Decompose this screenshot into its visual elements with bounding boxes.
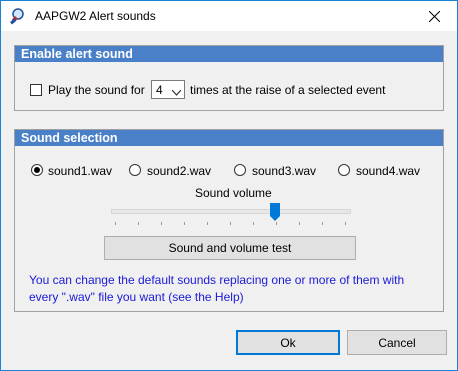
- slider-tick: [138, 222, 139, 225]
- times-select[interactable]: 4: [151, 80, 185, 99]
- times-value: 4: [156, 83, 163, 97]
- close-button[interactable]: [411, 1, 457, 31]
- slider-tick: [115, 222, 116, 225]
- close-icon: [428, 10, 440, 22]
- window-title: AAPGW2 Alert sounds: [35, 9, 156, 23]
- sound1-label: sound1.wav: [48, 164, 113, 178]
- volume-slider-thumb[interactable]: [270, 203, 280, 221]
- slider-tick: [161, 222, 162, 225]
- info-line-2: every ".wav" file you want (see the Help…: [29, 290, 244, 304]
- play-sound-checkbox[interactable]: [30, 84, 42, 96]
- magnifier-app-icon: [9, 7, 27, 25]
- slider-tick: [253, 222, 254, 225]
- cancel-button[interactable]: Cancel: [347, 330, 447, 355]
- sound-volume-test-label: Sound and volume test: [168, 241, 292, 255]
- alert-sounds-dialog: AAPGW2 Alert sounds Enable alert sound P…: [0, 0, 458, 371]
- ok-button[interactable]: Ok: [236, 330, 340, 355]
- slider-tick: [207, 222, 208, 225]
- times-suffix-label: times at the raise of a selected event: [190, 83, 386, 97]
- slider-tick: [184, 222, 185, 225]
- slider-tick: [230, 222, 231, 225]
- radio-sound3[interactable]: [234, 164, 246, 176]
- enable-alert-header: Enable alert sound: [15, 46, 443, 62]
- volume-slider-track[interactable]: [111, 209, 351, 214]
- slider-tick: [345, 222, 346, 225]
- slider-tick: [322, 222, 323, 225]
- sound3-label: sound3.wav: [252, 164, 317, 178]
- slider-tick: [299, 222, 300, 225]
- volume-label: Sound volume: [195, 186, 272, 200]
- cancel-label: Cancel: [378, 335, 416, 350]
- radio-sound1[interactable]: [31, 164, 43, 176]
- info-text: You can change the default sounds replac…: [29, 272, 449, 306]
- sound4-label: sound4.wav: [356, 164, 421, 178]
- title-bar: AAPGW2 Alert sounds: [1, 1, 457, 31]
- slider-tick: [276, 222, 277, 225]
- radio-sound4[interactable]: [338, 164, 350, 176]
- info-line-1: You can change the default sounds replac…: [29, 273, 405, 287]
- sound-selection-header: Sound selection: [15, 130, 443, 146]
- chevron-down-icon: [171, 85, 182, 99]
- enable-alert-group: Enable alert sound: [14, 45, 444, 111]
- ok-label: Ok: [280, 335, 296, 350]
- play-sound-label: Play the sound for: [48, 83, 145, 97]
- radio-sound2[interactable]: [129, 164, 141, 176]
- sound2-label: sound2.wav: [147, 164, 212, 178]
- sound-volume-test-button[interactable]: Sound and volume test: [104, 236, 356, 260]
